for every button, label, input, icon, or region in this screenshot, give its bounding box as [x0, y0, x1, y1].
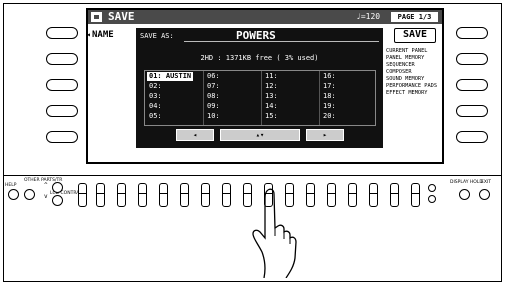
nav-right-button[interactable]: ▸ — [306, 129, 344, 141]
column-divider — [319, 71, 320, 125]
dial-button-17[interactable] — [411, 183, 420, 207]
file-slot[interactable]: 09: — [207, 102, 220, 111]
right-soft-button-4[interactable] — [456, 105, 488, 117]
save-as-label: SAVE AS: — [140, 32, 174, 40]
pointing-hand-icon — [252, 188, 297, 278]
file-slot[interactable]: 15: — [265, 112, 278, 121]
file-slot[interactable]: 08: — [207, 92, 220, 101]
left-soft-button-1[interactable] — [46, 27, 78, 39]
file-slot[interactable]: 04: — [149, 102, 162, 111]
column-divider — [261, 71, 262, 125]
display-hold-label: DISPLAY HOLD — [450, 180, 483, 185]
dial-button-5[interactable] — [159, 183, 168, 207]
filename-underline — [184, 41, 379, 42]
dial-button-4[interactable] — [138, 183, 147, 207]
file-slot[interactable]: 17: — [323, 82, 336, 91]
file-slot-grid: 01: AUSTIN 02: 03: 04: 05: 06: 07: 08: 0… — [144, 70, 376, 126]
file-slot[interactable]: 19: — [323, 102, 336, 111]
nav-left-button[interactable]: ◂ — [176, 129, 214, 141]
save-type-item[interactable]: SEQUENCER — [386, 62, 438, 69]
file-slot[interactable]: 20: — [323, 112, 336, 121]
contrast-down-icon: v — [44, 193, 48, 200]
lcd-screen: SAVE ♩=120 PAGE 1/3 ◂ NAME SAVE SAVE AS:… — [86, 8, 444, 164]
navigation-bar: ◂ ▴▾ ▸ — [176, 129, 346, 141]
dial-button-6[interactable] — [180, 183, 189, 207]
save-button[interactable]: SAVE — [394, 28, 436, 43]
contrast-up-icon: ^ — [44, 182, 48, 189]
file-slot[interactable]: 07: — [207, 82, 220, 91]
right-soft-button-1[interactable] — [456, 27, 488, 39]
help-label: HELP — [5, 183, 17, 188]
save-type-item[interactable]: SOUND MEMORY — [386, 76, 438, 83]
dial-button-7[interactable] — [201, 183, 210, 207]
right-small-button-down[interactable] — [428, 195, 436, 203]
dial-button-8[interactable] — [222, 183, 231, 207]
save-type-item[interactable]: EFFECT MEMORY — [386, 90, 438, 97]
left-soft-button-5[interactable] — [46, 131, 78, 143]
dial-button-3[interactable] — [117, 183, 126, 207]
dial-button-16[interactable] — [390, 183, 399, 207]
nav-up-down-button[interactable]: ▴▾ — [220, 129, 300, 141]
file-slot[interactable]: 03: — [149, 92, 162, 101]
file-slot[interactable]: 05: — [149, 112, 162, 121]
dial-button-15[interactable] — [369, 183, 378, 207]
right-soft-button-2[interactable] — [456, 53, 488, 65]
file-slot[interactable]: 11: — [265, 72, 278, 81]
file-slot[interactable]: 12: — [265, 82, 278, 91]
dial-button-14[interactable] — [348, 183, 357, 207]
exit-label: EXIT — [481, 180, 492, 185]
save-dialog: SAVE AS: POWERS 2HD : 1371KB free ( 3% u… — [136, 28, 383, 148]
disk-info: 2HD : 1371KB free ( 3% used) — [200, 54, 319, 62]
file-slot[interactable]: 10: — [207, 112, 220, 121]
save-type-item[interactable]: COMPOSER — [386, 69, 438, 76]
tempo-readout: ♩=120 — [356, 12, 381, 21]
column-divider — [203, 71, 204, 125]
lcd-title-bar: SAVE ♩=120 PAGE 1/3 — [88, 10, 442, 24]
left-soft-button-2[interactable] — [46, 53, 78, 65]
file-slot[interactable]: 01: AUSTIN — [147, 72, 194, 81]
page-title: SAVE — [108, 10, 135, 23]
panel-divider — [3, 175, 502, 176]
right-small-button-up[interactable] — [428, 184, 436, 192]
left-soft-button-3[interactable] — [46, 79, 78, 91]
right-soft-button-3[interactable] — [456, 79, 488, 91]
save-type-item[interactable]: PANEL MEMORY — [386, 55, 438, 62]
display-hold-button[interactable] — [459, 189, 470, 200]
other-parts-button[interactable] — [24, 189, 35, 200]
save-type-item[interactable]: CURRENT PANEL — [386, 48, 438, 55]
save-type-list: CURRENT PANEL PANEL MEMORY SEQUENCER COM… — [386, 48, 438, 97]
page-indicator: PAGE 1/3 — [391, 12, 438, 22]
dial-button-2[interactable] — [96, 183, 105, 207]
file-slot[interactable]: 13: — [265, 92, 278, 101]
file-slot[interactable]: 02: — [149, 82, 162, 91]
save-disk-icon — [91, 12, 102, 22]
name-arrow-icon: ◂ — [86, 30, 91, 39]
contrast-down-button[interactable] — [52, 195, 63, 206]
dial-button-13[interactable] — [327, 183, 336, 207]
file-slot[interactable]: 14: — [265, 102, 278, 111]
name-menu-item[interactable]: NAME — [92, 30, 114, 40]
exit-button[interactable] — [479, 189, 490, 200]
save-type-item[interactable]: PERFORMANCE PADS — [386, 83, 438, 90]
file-slot[interactable]: 18: — [323, 92, 336, 101]
dial-button-12[interactable] — [306, 183, 315, 207]
left-soft-button-4[interactable] — [46, 105, 78, 117]
contrast-up-button[interactable] — [52, 182, 63, 193]
file-slot[interactable]: 06: — [207, 72, 220, 81]
file-slot[interactable]: 16: — [323, 72, 336, 81]
right-soft-button-5[interactable] — [456, 131, 488, 143]
help-button[interactable] — [8, 189, 19, 200]
dial-button-1[interactable] — [78, 183, 87, 207]
